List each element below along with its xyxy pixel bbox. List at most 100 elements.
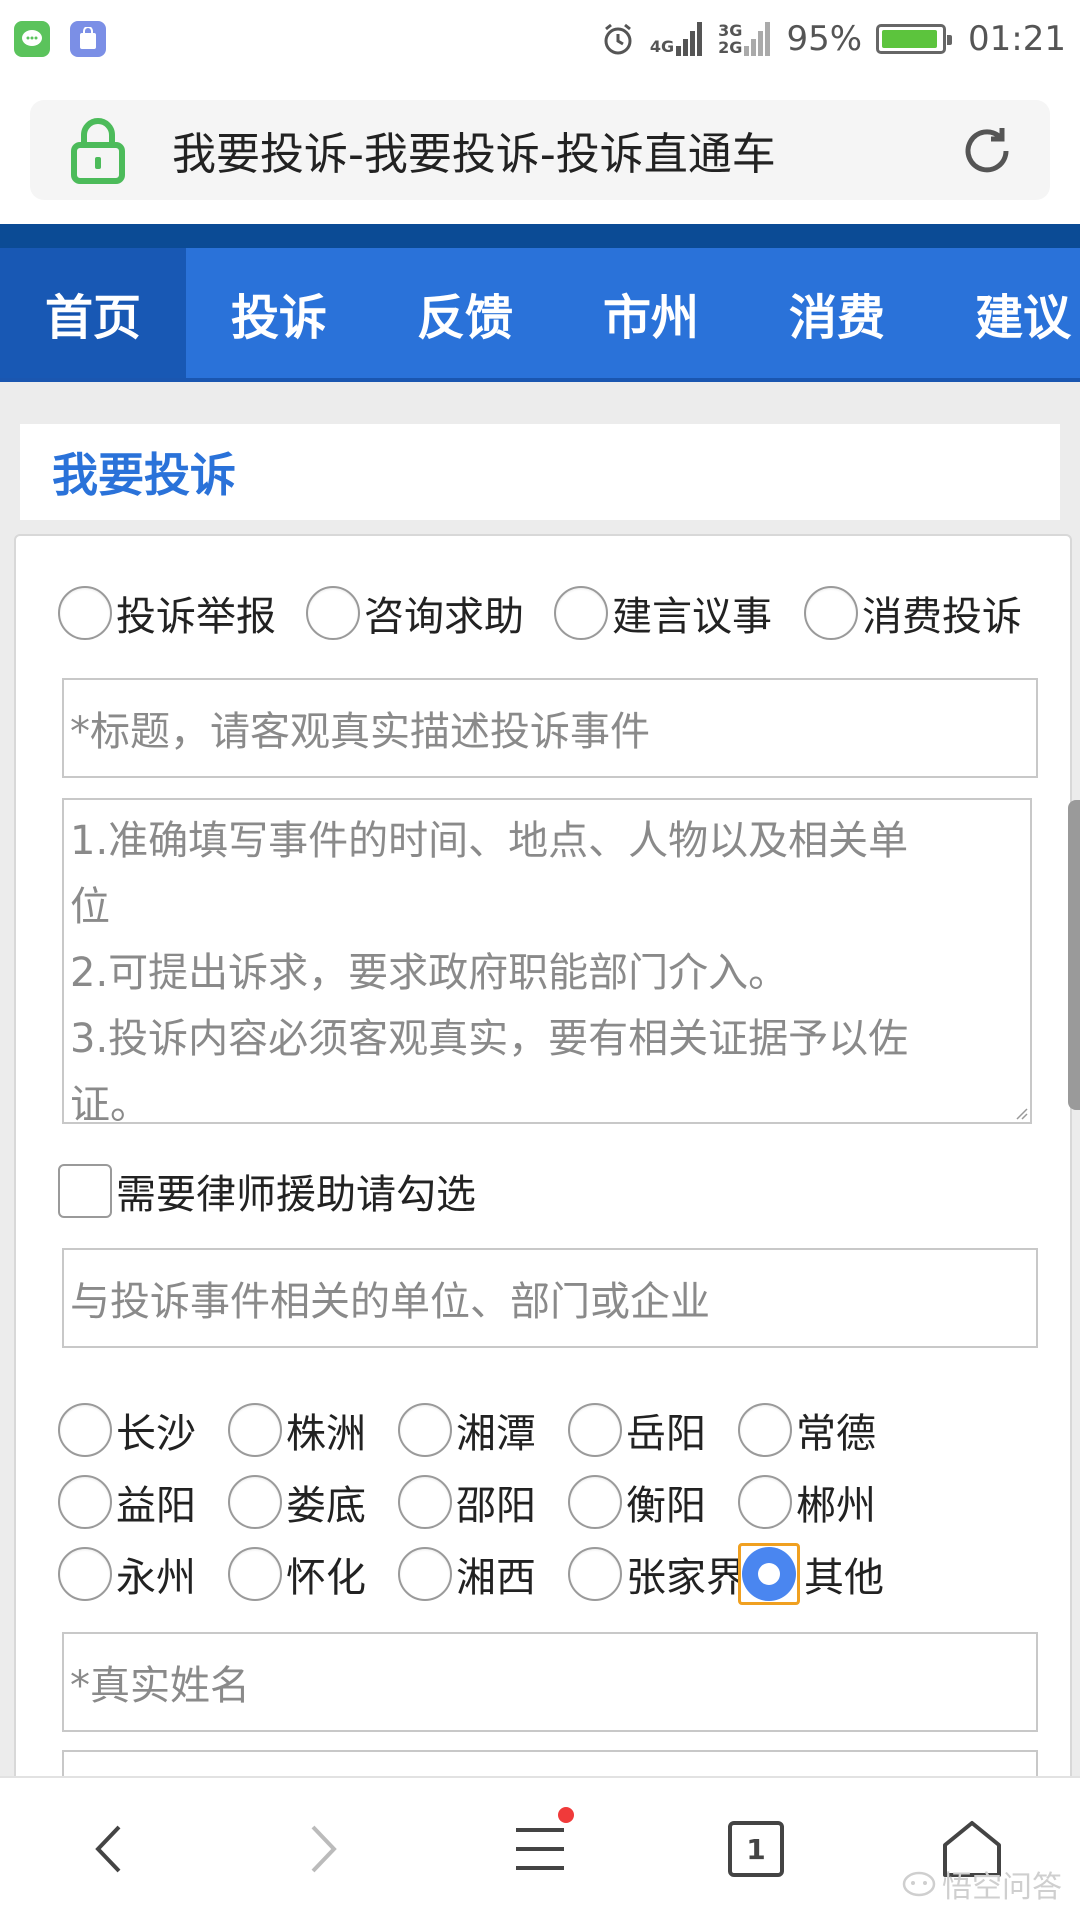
address-bar[interactable]: 我要投诉-我要投诉-投诉直通车 [30,100,1050,200]
lawyer-assist-checkbox[interactable] [58,1164,112,1218]
real-name-placeholder: *真实姓名 [70,1663,250,1709]
unit-input[interactable]: 与投诉事件相关的单位、部门或企业 [62,1248,1038,1348]
content-placeholder-line: 位 [70,884,110,930]
radio-button[interactable] [228,1403,282,1457]
real-name-input[interactable]: *真实姓名 [62,1632,1038,1732]
unit-placeholder: 与投诉事件相关的单位、部门或企业 [70,1279,710,1325]
menu-button[interactable] [432,1777,648,1920]
city-option[interactable]: 郴州 [738,1473,908,1531]
watermark-text: 悟空问答 [942,1870,1062,1905]
alarm-icon [604,23,632,55]
section-header: 我要投诉 [20,424,1060,520]
city-label: 永州 [116,1555,196,1601]
browser-address-area: 我要投诉-我要投诉-投诉直通车 [0,78,1080,224]
radio-button[interactable] [398,1475,452,1529]
resize-handle-icon[interactable] [1014,1106,1028,1120]
radio-button[interactable] [228,1547,282,1601]
city-row: 永州 怀化 湘西 张家界 其他 [58,1538,908,1610]
radio-label: 投诉举报 [116,594,276,640]
radio-button[interactable] [58,1547,112,1601]
reload-icon[interactable] [958,122,1016,180]
forward-button[interactable] [216,1777,432,1920]
city-option[interactable]: 怀化 [228,1545,398,1603]
radio-button[interactable] [738,1403,792,1457]
radio-button[interactable] [228,1475,282,1529]
type-option-consumer[interactable]: 消费投诉 [804,584,1022,642]
tabs-button[interactable]: 1 [648,1777,864,1920]
radio-label: 咨询求助 [364,594,524,640]
type-option-consult[interactable]: 咨询求助 [306,584,554,642]
city-selector: 长沙 株洲 湘潭 岳阳 常德 益阳 娄底 邵阳 衡阳 郴州 永州 怀化 湘西 张… [58,1394,908,1610]
city-option[interactable]: 岳阳 [568,1401,738,1459]
radio-label: 消费投诉 [862,594,1022,640]
nav-item-complaint[interactable]: 投诉 [186,248,372,378]
back-button[interactable] [0,1777,216,1920]
content-placeholder-line: 3.投诉内容必须客观真实，要有相关证据予以佐 [70,1016,909,1062]
city-label: 张家界 [626,1555,746,1601]
radio-button[interactable] [568,1547,622,1601]
city-option[interactable]: 益阳 [58,1473,228,1531]
complaint-type-group: 投诉举报 咨询求助 建言议事 消费投诉 [58,584,1022,642]
title-placeholder: *标题，请客观真实描述投诉事件 [70,709,650,755]
city-option[interactable]: 湘潭 [398,1401,568,1459]
radio-button[interactable] [568,1475,622,1529]
radio-button-selected[interactable] [738,1543,800,1605]
content-placeholder-line: 1.准确填写事件的时间、地点、人物以及相关单 [70,818,909,864]
radio-button[interactable] [58,1403,112,1457]
type-option-suggest[interactable]: 建言议事 [554,584,804,642]
signal-4g-icon: 4G [650,22,704,56]
store-notification-icon [70,21,106,57]
title-input[interactable]: *标题，请客观真实描述投诉事件 [62,678,1038,778]
city-option[interactable]: 湘西 [398,1545,568,1603]
radio-button[interactable] [58,1475,112,1529]
clock: 01:21 [968,19,1066,59]
city-option[interactable]: 永州 [58,1545,228,1603]
radio-button[interactable] [804,586,858,640]
browser-toolbar: 1 悟空问答 [0,1776,1080,1920]
lawyer-assist-label: 需要律师援助请勾选 [116,1172,476,1218]
city-row: 益阳 娄底 邵阳 衡阳 郴州 [58,1466,908,1538]
lawyer-assist-option[interactable]: 需要律师援助请勾选 [58,1162,476,1220]
nav-item-home[interactable]: 首页 [0,248,186,378]
network-3g-label: 3G [718,21,743,40]
city-option[interactable]: 常德 [738,1401,908,1459]
page-scrollbar[interactable] [1068,800,1080,1110]
radio-button[interactable] [58,586,112,640]
tabs-count: 1 [728,1821,784,1877]
type-option-report[interactable]: 投诉举报 [58,584,306,642]
site-nav: 首页 投诉 反馈 市州 消费 建议 [0,248,1080,382]
city-option[interactable]: 长沙 [58,1401,228,1459]
city-label: 湘潭 [456,1411,536,1457]
radio-button[interactable] [398,1547,452,1601]
city-option-selected[interactable]: 其他 [738,1543,908,1605]
menu-icon [516,1828,564,1870]
chevron-right-icon [311,1825,337,1873]
section-title: 我要投诉 [52,448,236,502]
city-option[interactable]: 衡阳 [568,1473,738,1531]
nav-item-suggestion[interactable]: 建议 [930,248,1080,378]
city-row: 长沙 株洲 湘潭 岳阳 常德 [58,1394,908,1466]
network-2g-label: 2G [718,38,743,57]
city-label: 岳阳 [626,1411,706,1457]
nav-item-feedback[interactable]: 反馈 [372,248,558,378]
city-label: 娄底 [286,1483,366,1529]
content-textarea[interactable]: 1.准确填写事件的时间、地点、人物以及相关单 位 2.可提出诉求，要求政府职能部… [62,798,1032,1128]
lock-icon [70,115,126,185]
content-placeholder-line: 证。 [70,1082,150,1128]
nav-item-cities[interactable]: 市州 [558,248,744,378]
radio-button[interactable] [568,1403,622,1457]
radio-button[interactable] [306,586,360,640]
city-label: 湘西 [456,1555,536,1601]
radio-button[interactable] [738,1475,792,1529]
city-option[interactable]: 邵阳 [398,1473,568,1531]
battery-icon [876,24,953,54]
city-option[interactable]: 株洲 [228,1401,398,1459]
city-label: 株洲 [286,1411,366,1457]
radio-button[interactable] [398,1403,452,1457]
city-option[interactable]: 张家界 [568,1545,746,1603]
wukong-logo-icon [902,1871,936,1897]
nav-item-consumer[interactable]: 消费 [744,248,930,378]
city-label: 怀化 [286,1555,366,1601]
city-option[interactable]: 娄底 [228,1473,398,1531]
radio-button[interactable] [554,586,608,640]
